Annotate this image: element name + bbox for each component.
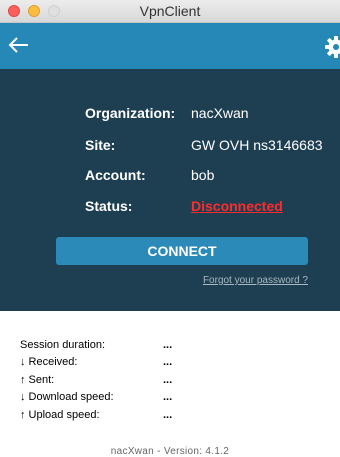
download-speed-row: ↓ Download speed: ... <box>20 391 320 405</box>
sent-value: ... <box>163 374 172 386</box>
upload-speed-row: ↑ Upload speed: ... <box>20 409 320 423</box>
received-label: ↓ Received: <box>20 356 77 368</box>
organization-row: Organization: nacXwan <box>0 105 340 125</box>
connection-panel: Organization: nacXwan Site: GW OVH ns314… <box>0 69 340 311</box>
organization-value: nacXwan <box>191 105 249 121</box>
gear-icon[interactable] <box>324 35 340 59</box>
sent-label: ↑ Sent: <box>20 374 54 386</box>
forgot-password-link[interactable]: Forgot your password ? <box>203 275 308 286</box>
upload-speed-label: ↑ Upload speed: <box>20 409 100 421</box>
status-label: Status: <box>85 198 132 214</box>
site-label: Site: <box>85 137 115 153</box>
session-stats: Session duration: ... ↓ Received: ... ↑ … <box>0 311 340 456</box>
account-row: Account: bob <box>0 167 340 187</box>
status-row: Status: Disconnected <box>0 198 340 218</box>
window-titlebar: VpnClient <box>0 0 340 23</box>
account-label: Account: <box>85 167 146 183</box>
upload-speed-value: ... <box>163 409 172 421</box>
window-title: VpnClient <box>0 3 340 19</box>
session-duration-value: ... <box>163 339 172 351</box>
site-value: GW OVH ns3146683 <box>191 137 323 153</box>
download-speed-label: ↓ Download speed: <box>20 391 114 403</box>
sent-row: ↑ Sent: ... <box>20 374 320 388</box>
site-row: Site: GW OVH ns3146683 <box>0 137 340 157</box>
session-duration-label: Session duration: <box>20 339 105 351</box>
connect-button[interactable]: CONNECT <box>56 237 308 265</box>
received-row: ↓ Received: ... <box>20 356 320 370</box>
app-topbar <box>0 23 340 69</box>
session-duration-row: Session duration: ... <box>20 339 320 353</box>
status-value: Disconnected <box>191 198 283 214</box>
arrow-left-icon[interactable] <box>6 32 36 58</box>
version-label: nacXwan - Version: 4.1.2 <box>0 446 340 457</box>
download-speed-value: ... <box>163 391 172 403</box>
organization-label: Organization: <box>85 105 175 121</box>
received-value: ... <box>163 356 172 368</box>
account-value: bob <box>191 167 214 183</box>
